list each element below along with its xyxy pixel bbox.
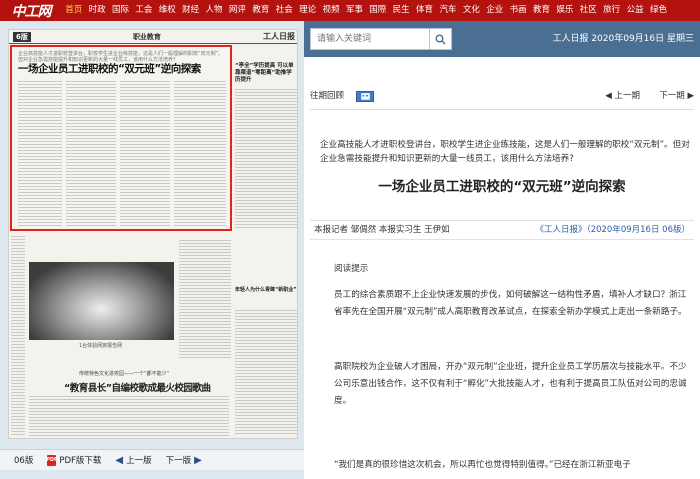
photo-caption: 1台体验网旅报告网 — [79, 343, 123, 349]
calendar-icon[interactable] — [356, 91, 374, 102]
nav-item[interactable]: 人物 — [202, 0, 225, 21]
nav-item[interactable]: 民生 — [389, 0, 412, 21]
newspaper-brand: 工人日报 — [263, 31, 295, 41]
next-issue-label: 下一期 — [659, 91, 685, 101]
next-issue-link[interactable]: 下一期 ▶ — [659, 89, 694, 101]
text-block — [179, 240, 231, 360]
article-paragraph: 员工的综合素质跟不上企业快速发展的步伐，如何破解这一结构性矛盾，填补人才缺口？浙… — [334, 290, 687, 317]
pdf-download-link[interactable]: PDF PDF版下载 — [46, 454, 102, 466]
top-nav-bar: 中工网 首页 时政 国际 工会 维权 财经 人物 网评 教育 社会 理论 视频 军事 国際 民生 体育 汽车 文化… — [0, 0, 700, 21]
nav-item[interactable]: 国際 — [366, 0, 389, 21]
page-number-badge: 6版 — [13, 31, 31, 42]
article-paragraph: “我们是真的很珍惜这次机会，所以再忙也觉得特别值得。”已经在浙江新亚电子 — [334, 460, 631, 470]
text-block — [11, 236, 25, 436]
divider — [310, 109, 694, 110]
article-paragraph: 高职院校为企业破人才困局，开办“双元制”企业班，提升企业员工学历层次与技能水平。… — [334, 362, 687, 406]
newspaper-preview-panel: 6版 职业教育 工人日报 企业高技能人才进职校登讲台，职校学生进企业练技能，这是… — [0, 21, 304, 479]
prev-page-label: 上一版 — [126, 456, 152, 466]
nav-item[interactable]: 社区 — [577, 0, 600, 21]
side-column[interactable]: “亭全”学历提高 可以单靠渠道“零距离”助推学历提升 — [235, 45, 297, 231]
text-block — [174, 81, 226, 226]
article-hotspot-selected[interactable]: 企业高技能人才进职校登讲台，职校学生进企业练技能，这是人们一般理解的职校“双元制… — [10, 45, 232, 231]
nav-item[interactable]: 旅行 — [600, 0, 623, 21]
nav-item[interactable]: 理论 — [296, 0, 319, 21]
pdf-download-label: PDF版下载 — [59, 456, 102, 466]
next-page-link[interactable]: 下一版 ▶ — [165, 454, 202, 467]
issue-date: 工人日报 2020年09月16日 星期三 — [552, 34, 694, 44]
nav-item[interactable]: 时政 — [85, 0, 108, 21]
nav-item[interactable]: 维权 — [156, 0, 179, 21]
current-page-label[interactable]: 06版 — [14, 454, 33, 466]
text-block — [18, 81, 62, 226]
right-box-headline[interactable]: 年轻人为什么青睐“新职业” — [235, 286, 297, 306]
byline-bar: 本报记者 邹倜然 本报实习生 王伊如 《工人日报》（2020年09月16日 06… — [310, 220, 694, 240]
hotspot-headline: 一场企业员工进职校的“双元班”逆向探索 — [18, 63, 201, 75]
prev-issue-link[interactable]: ◀ 上一期 — [605, 89, 640, 101]
side-box-headline: “亭全”学历提高 可以单靠渠道“零距离”助推学历提升 — [235, 63, 294, 83]
archive-label: 往期回顾 — [310, 91, 345, 101]
article-title: 一场企业员工进职校的“双元班”逆向探索 — [378, 179, 626, 195]
nav-item[interactable]: 视频 — [319, 0, 342, 21]
text-block — [235, 310, 297, 435]
prev-issue-label: 上一期 — [614, 91, 640, 101]
text-block — [29, 396, 229, 436]
nav-item[interactable]: 娱乐 — [553, 0, 576, 21]
article-source-link[interactable]: 《工人日报》（2020年09月16日 06版） — [535, 221, 690, 240]
arrow-left-icon: ◀ — [115, 454, 124, 466]
page-masthead: 6版 职业教育 工人日报 — [9, 30, 297, 44]
nav-item[interactable]: 书画 — [506, 0, 529, 21]
nav-item[interactable]: 财经 — [179, 0, 202, 21]
nav-item[interactable]: 网评 — [226, 0, 249, 21]
site-logo[interactable]: 中工网 — [0, 0, 62, 21]
nav-item[interactable]: 首页 — [62, 0, 85, 21]
text-block — [235, 89, 297, 229]
search-input[interactable] — [310, 28, 430, 50]
nav-item[interactable]: 企业 — [483, 0, 506, 21]
page-toolbar: 06版 PDF PDF版下载 ◀ 上一版 下一版 ▶ — [0, 449, 304, 470]
article-paragraph: 阅读提示 — [334, 264, 369, 274]
section-name: 职业教育 — [132, 32, 161, 41]
next-page-label: 下一版 — [165, 456, 192, 466]
article2-headline[interactable]: “教育县长”自编校歌成最火校园歌曲 — [64, 380, 211, 394]
prev-page-link[interactable]: ◀ 上一版 — [115, 454, 152, 467]
search-icon — [435, 34, 446, 45]
newspaper-page-image: 6版 职业教育 工人日报 企业高技能人才进职校登讲台，职校学生进企业练技能，这是… — [8, 29, 298, 439]
pdf-icon: PDF — [46, 454, 57, 466]
nav-item[interactable]: 文化 — [460, 0, 483, 21]
nav-item[interactable]: 教育 — [249, 0, 272, 21]
nav-item[interactable]: 国际 — [109, 0, 132, 21]
nav-item[interactable]: 教育 — [530, 0, 553, 21]
news-photo[interactable]: 1台体验网旅报告网 — [29, 262, 174, 349]
text-block — [120, 81, 170, 226]
search-bar: 工人日报 2020年09月16日 星期三 — [304, 21, 700, 57]
nav-item[interactable]: 社会 — [273, 0, 296, 21]
arrow-right-icon: ▶ — [194, 454, 202, 466]
article2-subhead: 传统特色文化进校园——一个“都不能少” — [79, 371, 170, 377]
archive-bar: 往期回顾 ◀ 上一期 下一期 ▶ — [304, 88, 700, 106]
search-button[interactable] — [430, 28, 452, 50]
nav-item[interactable]: 体育 — [413, 0, 436, 21]
nav-item[interactable]: 汽车 — [436, 0, 459, 21]
nav-item[interactable]: 绿色 — [647, 0, 670, 21]
text-block — [66, 81, 116, 226]
main-nav: 首页 时政 国际 工会 维权 财经 人物 网评 教育 社会 理论 视频 军事 国際 民生 体育 汽车 文化 企业 书画… — [62, 0, 670, 21]
nav-item[interactable]: 公益 — [623, 0, 646, 21]
article-byline: 本报记者 邹倜然 本报实习生 王伊如 — [314, 225, 450, 235]
article-reader: 工人日报 2020年09月16日 星期三 往期回顾 ◀ 上一期 下一期 ▶ 企业… — [304, 21, 700, 479]
nav-item[interactable]: 军事 — [343, 0, 366, 21]
nav-item[interactable]: 工会 — [132, 0, 155, 21]
article-lead: 企业高技能人才进职校登讲台，职校学生进企业练技能，这是人们一般理解的职校“双元制… — [320, 140, 690, 164]
